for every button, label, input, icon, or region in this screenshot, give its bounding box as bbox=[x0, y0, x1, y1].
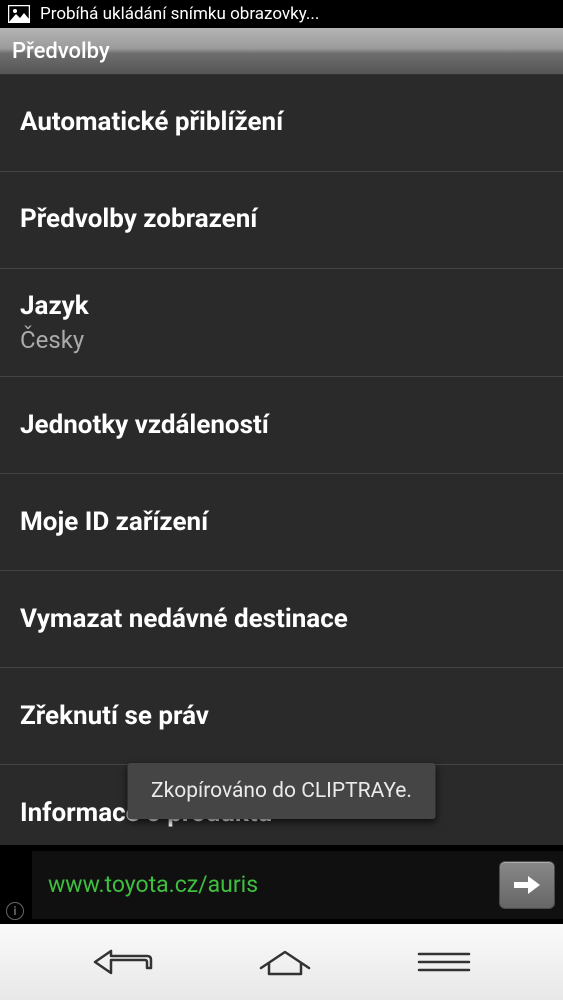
toast-text: Zkopírováno do CLIPTRAYe. bbox=[151, 779, 412, 803]
settings-item-device-id[interactable]: Moje ID zařízení bbox=[0, 474, 563, 571]
ad-link-text: www.toyota.cz/auris bbox=[48, 871, 258, 898]
back-button[interactable] bbox=[91, 947, 155, 977]
item-title: Předvolby zobrazení bbox=[20, 204, 543, 235]
ad-banner[interactable]: www.toyota.cz/auris bbox=[32, 851, 563, 919]
back-icon bbox=[91, 947, 155, 977]
menu-icon bbox=[416, 951, 472, 973]
item-title: Vymazat nedávné destinace bbox=[20, 604, 543, 635]
settings-item-language[interactable]: Jazyk Česky bbox=[0, 269, 563, 377]
toast-message: Zkopírováno do CLIPTRAYe. bbox=[127, 763, 436, 819]
item-title: Automatické přiblížení bbox=[20, 107, 543, 138]
home-icon bbox=[257, 948, 313, 976]
settings-list: Automatické přiblížení Předvolby zobraze… bbox=[0, 75, 563, 862]
image-icon bbox=[8, 5, 30, 23]
item-title: Jednotky vzdáleností bbox=[20, 410, 543, 441]
settings-item-distance-units[interactable]: Jednotky vzdáleností bbox=[0, 377, 563, 474]
settings-item-auto-zoom[interactable]: Automatické přiblížení bbox=[0, 75, 563, 172]
settings-item-clear-destinations[interactable]: Vymazat nedávné destinace bbox=[0, 571, 563, 668]
item-title: Jazyk bbox=[20, 291, 543, 322]
arrow-right-icon bbox=[514, 875, 540, 895]
ad-info-icon[interactable]: i bbox=[6, 902, 24, 920]
menu-button[interactable] bbox=[416, 951, 472, 973]
status-bar-text: Probíhá ukládání snímku obrazovky... bbox=[40, 4, 319, 24]
ad-bar: i www.toyota.cz/auris bbox=[0, 845, 563, 924]
page-title: Předvolby bbox=[12, 39, 110, 64]
settings-item-disclaimer[interactable]: Zřeknutí se práv bbox=[0, 668, 563, 765]
page-header: Předvolby bbox=[0, 28, 563, 75]
nav-bar bbox=[0, 924, 563, 1000]
status-bar: Probíhá ukládání snímku obrazovky... bbox=[0, 0, 563, 28]
ad-arrow-button[interactable] bbox=[499, 861, 555, 909]
item-title: Zřeknutí se práv bbox=[20, 701, 543, 732]
home-button[interactable] bbox=[257, 948, 313, 976]
item-title: Moje ID zařízení bbox=[20, 507, 543, 538]
item-subtitle: Česky bbox=[20, 326, 543, 354]
settings-item-display-prefs[interactable]: Předvolby zobrazení bbox=[0, 172, 563, 269]
